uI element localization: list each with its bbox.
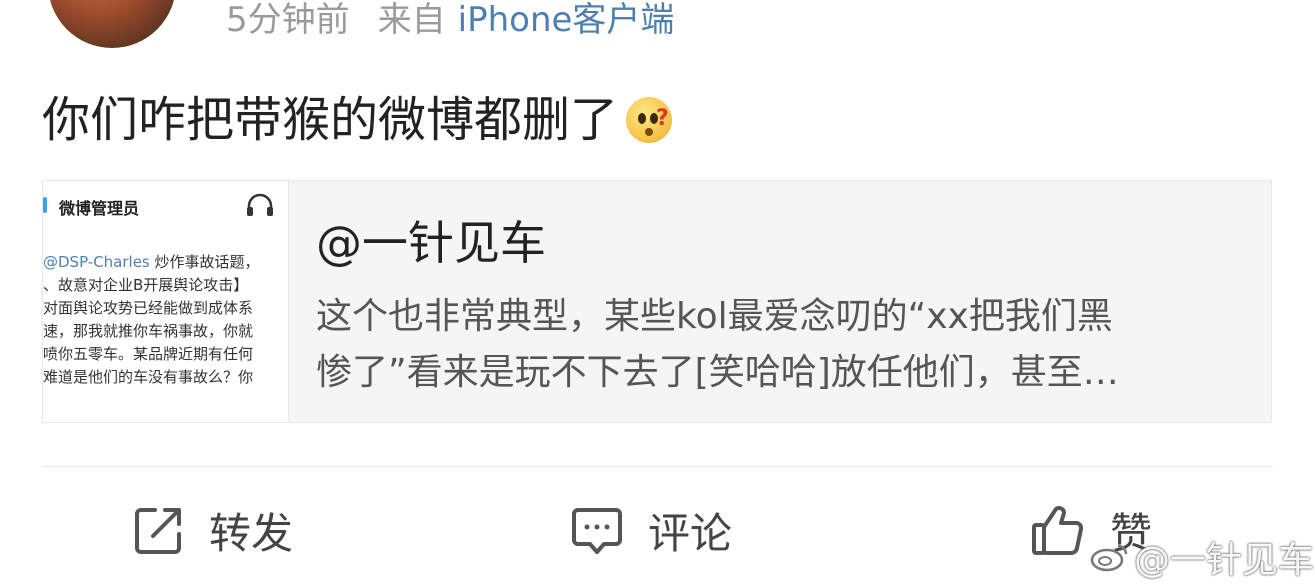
thumbnail-line-6: 难道是他们的车没有事故么？你 [43,368,254,386]
confused-face-icon: ? [626,97,673,143]
avatar[interactable] [48,0,176,48]
comment-label: 评论 [648,508,733,558]
thumbnail-line-3: 对面舆论攻势已经能做到成体系 [43,299,254,317]
thumbs-up-icon [1032,506,1084,555]
headphones-icon [247,193,273,216]
post-body: 你们咋把带猴的微博都删了 ? [42,92,673,148]
repost-icon [135,508,181,554]
watermark-text: @一针见车 [1134,540,1315,581]
weibo-logo-icon [1090,544,1128,572]
thumbnail-line-4: 速，那我就推你车祸事故，你就 [43,322,254,340]
quoted-author[interactable]: @一针见车 [316,215,546,271]
post-meta: 5分钟前 来自 iPhone客户端 [226,0,674,40]
thumbnail-accent [43,197,47,213]
repost-button[interactable]: 转发 [133,500,293,560]
thumbnail-line-1: 炒作事故话题， [149,253,260,271]
thumbnail-title: 微博管理员 [59,199,140,218]
client-link[interactable]: iPhone客户端 [458,0,675,40]
comment-button[interactable]: 评论 [570,500,732,560]
quoted-text: 这个也非常典型，某些kol最爱念叨的“xx把我们黑 惨了”看来是玩不下去了[笑哈… [316,289,1246,401]
divider [42,466,1273,467]
repost-label: 转发 [209,508,294,558]
quoted-post-thumbnail[interactable]: 微博管理员 @DSP-Charles 炒作事故话题， 、故意对企业B开展舆论攻击… [43,181,289,422]
thumbnail-line-5: 喷你五零车。某品牌近期有任何 [43,345,254,363]
quoted-post-card[interactable]: 微博管理员 @DSP-Charles 炒作事故话题， 、故意对企业B开展舆论攻击… [42,180,1272,423]
from-label: 来自 [377,0,446,40]
weibo-post: 5分钟前 来自 iPhone客户端 你们咋把带猴的微博都删了 ? 微博管理员 @DS… [0,0,1315,588]
post-time: 5分钟前 [226,0,350,40]
thumbnail-line-2: 、故意对企业B开展舆论攻击】 [43,276,249,294]
post-text: 你们咋把带猴的微博都删了 [42,92,619,148]
watermark: @一针见车 [1090,532,1314,582]
comment-icon [572,508,622,554]
quoted-text-line-1: 这个也非常典型，某些kol最爱念叨的“xx把我们黑 [316,296,1113,337]
thumbnail-text: @DSP-Charles 炒作事故话题， 、故意对企业B开展舆论攻击】 对面舆论… [43,251,260,389]
quoted-text-line-2: 惨了”看来是玩不下去了[笑哈哈]放任他们，甚至… [316,352,1119,393]
thumbnail-mention: @DSP-Charles [43,253,150,271]
